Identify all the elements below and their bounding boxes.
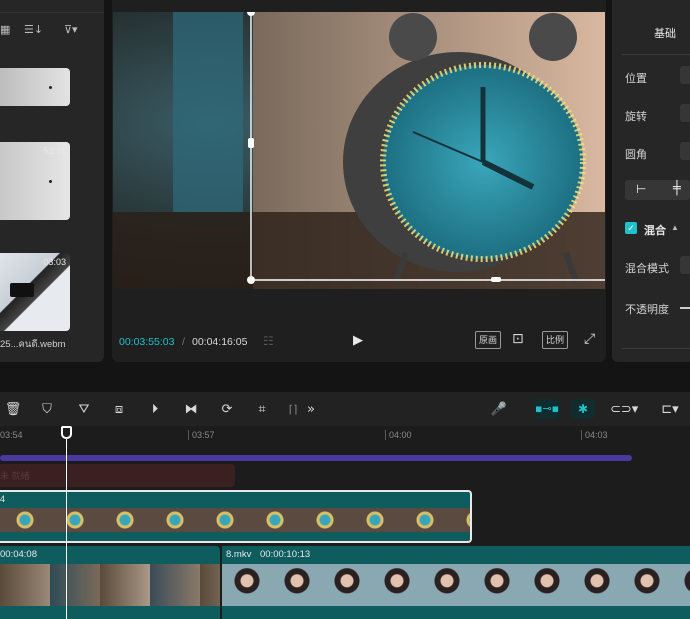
align-left-icon[interactable]: ⊢ xyxy=(636,182,646,196)
rotation-label: 旋转 xyxy=(625,111,647,123)
inspector-panel: 基础 位置 旋转 圆角 ⊢ ╪ ✓ 混合 ▲ 混合模式 不透明度 xyxy=(612,0,690,362)
main-clip-right-time: 00:00:10:13 xyxy=(260,549,311,560)
main-clip-left[interactable]: 00:04:08 xyxy=(0,546,220,619)
media-duration: 53:14 xyxy=(43,146,66,156)
main-clip-right-name: 8.mkv xyxy=(226,549,252,560)
blend-checkbox[interactable]: ✓ xyxy=(625,222,637,234)
microphone-icon[interactable]: 🎤 xyxy=(490,401,508,419)
main-clip-right[interactable]: 8.mkv 00:00:10:13 xyxy=(222,546,690,619)
opacity-slider[interactable] xyxy=(680,307,690,309)
rotation-input[interactable] xyxy=(680,104,690,122)
effect-track[interactable] xyxy=(0,455,632,461)
ruler-label: 03:54 xyxy=(0,430,23,440)
text-clip[interactable]: 未 就緒 xyxy=(0,464,235,487)
media-marker xyxy=(49,86,52,89)
marker-icon[interactable]: ⛛ xyxy=(75,401,93,419)
collapse-icon[interactable]: ▲ xyxy=(671,223,679,232)
text-clip-label: 未 就緒 xyxy=(0,471,30,481)
delete-icon[interactable]: 🗑 xyxy=(4,401,22,419)
list-icon[interactable]: ☷ xyxy=(263,334,274,348)
opacity-label: 不透明度 xyxy=(625,304,669,316)
time-separator: / xyxy=(182,336,185,348)
ruler-tick xyxy=(581,430,582,440)
ruler-label: 03:57 xyxy=(192,430,215,440)
ruler-label: 04:03 xyxy=(585,430,608,440)
media-duration: 03:03 xyxy=(43,257,66,267)
freeze-icon[interactable]: ⧈ xyxy=(110,401,128,419)
media-item[interactable] xyxy=(0,68,70,106)
overlay-clip[interactable]: 4 xyxy=(0,490,472,543)
blend-mode-label: 混合模式 xyxy=(625,263,669,275)
blend-mode-select[interactable] xyxy=(680,256,690,274)
fullscreen-icon[interactable]: ⤢ xyxy=(584,331,595,347)
main-track-magnet-icon[interactable]: ▪⊸▪ xyxy=(535,399,559,419)
media-item-name: 25...คนดี.webm xyxy=(0,339,66,350)
main-left-filmstrip xyxy=(0,564,220,606)
rotate-icon[interactable]: ⟳ xyxy=(218,401,236,419)
position-input[interactable] xyxy=(680,66,690,84)
corner-label: 圆角 xyxy=(625,149,647,161)
ruler-tick xyxy=(385,430,386,440)
overlay-filmstrip xyxy=(0,508,470,532)
align-center-icon[interactable]: ╪ xyxy=(673,181,681,196)
video-frame xyxy=(113,12,605,289)
original-quality-button[interactable]: 原画 xyxy=(475,331,502,349)
preview-axis-icon[interactable]: ⊏▾ xyxy=(656,401,684,419)
main-clip-left-time: 00:04:08 xyxy=(0,549,37,560)
align-bar: ⊢ ╪ xyxy=(625,180,690,200)
filter-icon[interactable]: ⊽▾ xyxy=(64,23,78,36)
mirror-icon[interactable]: ⧓ xyxy=(182,401,200,419)
main-right-filmstrip xyxy=(222,564,690,606)
crop-icon[interactable]: ⌗ xyxy=(253,401,271,419)
playhead-handle[interactable] xyxy=(61,426,72,439)
media-toolbar: ▦ ☰↓ ⊽▾ xyxy=(0,16,104,46)
position-label: 位置 xyxy=(625,73,647,85)
mark-icon[interactable]: ⛉ xyxy=(38,401,56,419)
media-item[interactable]: 03:03 xyxy=(0,253,70,331)
overlay-clip-label: 4 xyxy=(0,494,6,504)
sort-icon[interactable]: ☰↓ xyxy=(24,23,43,36)
ratio-button[interactable]: 比例 xyxy=(542,331,569,349)
ruler-tick xyxy=(188,430,189,440)
grid-icon[interactable]: ▦ xyxy=(0,23,10,36)
media-marker xyxy=(49,180,52,183)
ruler-label: 04:00 xyxy=(389,430,412,440)
total-time: 00:04:16:05 xyxy=(192,336,248,348)
blend-label: 混合 xyxy=(644,225,666,237)
snap-icon[interactable]: ✱ xyxy=(571,399,595,419)
current-time: 00:03:55:03 xyxy=(119,336,175,348)
tab-basic[interactable]: 基础 xyxy=(654,25,676,41)
link-icon[interactable]: ⊂⊃▾ xyxy=(610,401,638,419)
speed-icon[interactable]: ⏵ xyxy=(146,401,164,419)
media-item[interactable]: 53:14 xyxy=(0,142,70,220)
bracket-icon[interactable]: ⌈⌉ xyxy=(284,401,302,419)
play-icon[interactable]: ▶ xyxy=(353,332,363,348)
video-preview[interactable] xyxy=(113,12,605,289)
more-icon[interactable]: » xyxy=(302,401,320,419)
screenshot-icon[interactable]: ⊡ xyxy=(512,331,524,347)
piano-shape xyxy=(10,283,34,297)
player-controls: 00:03:55:03 / 00:04:16:05 ☷ ▶ 原画 ⊡ 比例 ⤢ xyxy=(112,326,606,356)
corner-input[interactable] xyxy=(680,142,690,160)
playhead-line[interactable] xyxy=(66,434,67,619)
media-panel: ▦ ☰↓ ⊽▾ 53:14 03:03 25...คนดี.webm xyxy=(0,0,104,362)
